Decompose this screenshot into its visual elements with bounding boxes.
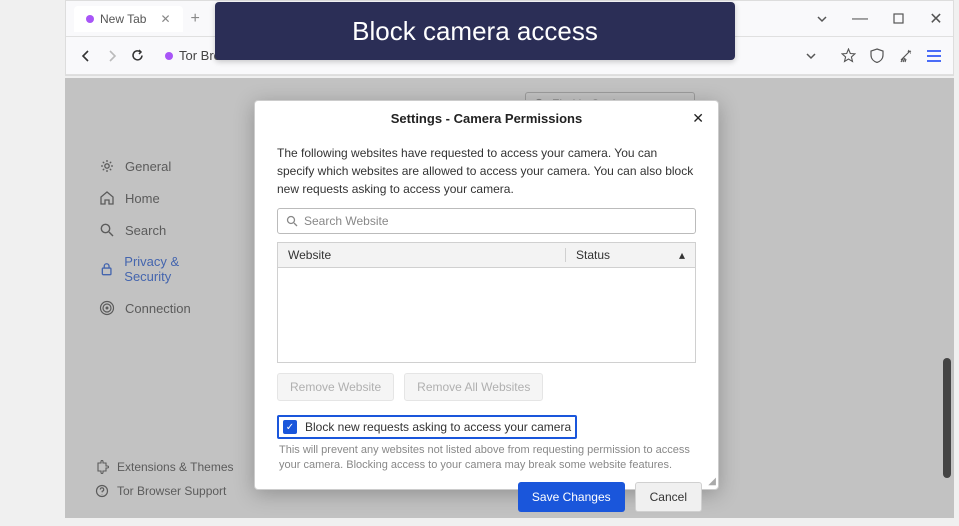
search-website-input[interactable]: Search Website (277, 208, 696, 234)
menu-button[interactable] (927, 50, 941, 62)
dialog-title: Settings - Camera Permissions (391, 111, 582, 126)
forward-button[interactable] (104, 48, 120, 64)
column-website[interactable]: Website (278, 248, 565, 262)
onion-icon (86, 15, 94, 23)
reload-button[interactable] (130, 48, 145, 63)
sort-icon: ▴ (679, 248, 685, 262)
browser-tab[interactable]: New Tab ✕ (74, 6, 183, 32)
bookmark-star-icon[interactable] (841, 48, 856, 63)
shield-icon[interactable] (870, 48, 884, 63)
close-window-button[interactable]: ✕ (927, 10, 945, 28)
new-tab-button[interactable]: + (191, 10, 200, 28)
checkbox-hint: This will prevent any websites not liste… (277, 443, 696, 474)
back-button[interactable] (78, 48, 94, 64)
window-dropdown-icon[interactable] (813, 10, 831, 28)
resize-handle-icon[interactable]: ◢ (708, 476, 716, 487)
remove-all-websites-button: Remove All Websites (404, 373, 543, 401)
save-changes-button[interactable]: Save Changes (518, 482, 625, 512)
maximize-button[interactable] (889, 10, 907, 28)
remove-website-button: Remove Website (277, 373, 394, 401)
dialog-description: The following websites have requested to… (277, 144, 696, 198)
block-new-requests-checkbox[interactable]: ✓ Block new requests asking to access yo… (277, 415, 577, 439)
table-header: Website Status ▴ (277, 242, 696, 268)
status-label: Status (576, 248, 610, 262)
camera-permissions-dialog: Settings - Camera Permissions ✕ The foll… (254, 100, 719, 490)
search-placeholder: Search Website (304, 214, 389, 228)
close-dialog-button[interactable]: ✕ (692, 110, 704, 127)
checkbox-icon: ✓ (283, 420, 297, 434)
window-controls: — ✕ (813, 10, 945, 28)
url-dropdown-icon[interactable] (805, 50, 817, 62)
column-status[interactable]: Status ▴ (565, 248, 695, 262)
scrollbar-thumb[interactable] (943, 358, 951, 478)
annotation-text: Block camera access (352, 16, 598, 47)
website-list (277, 268, 696, 363)
dialog-header: Settings - Camera Permissions ✕ (255, 101, 718, 136)
annotation-banner: Block camera access (215, 2, 735, 60)
search-icon (286, 215, 298, 227)
onion-icon (165, 52, 173, 60)
broom-icon[interactable] (898, 48, 913, 63)
tab-title: New Tab (100, 12, 146, 26)
close-tab-icon[interactable]: ✕ (160, 12, 170, 26)
minimize-button[interactable]: — (851, 10, 869, 28)
cancel-button[interactable]: Cancel (635, 482, 702, 512)
checkbox-label: Block new requests asking to access your… (305, 420, 571, 434)
